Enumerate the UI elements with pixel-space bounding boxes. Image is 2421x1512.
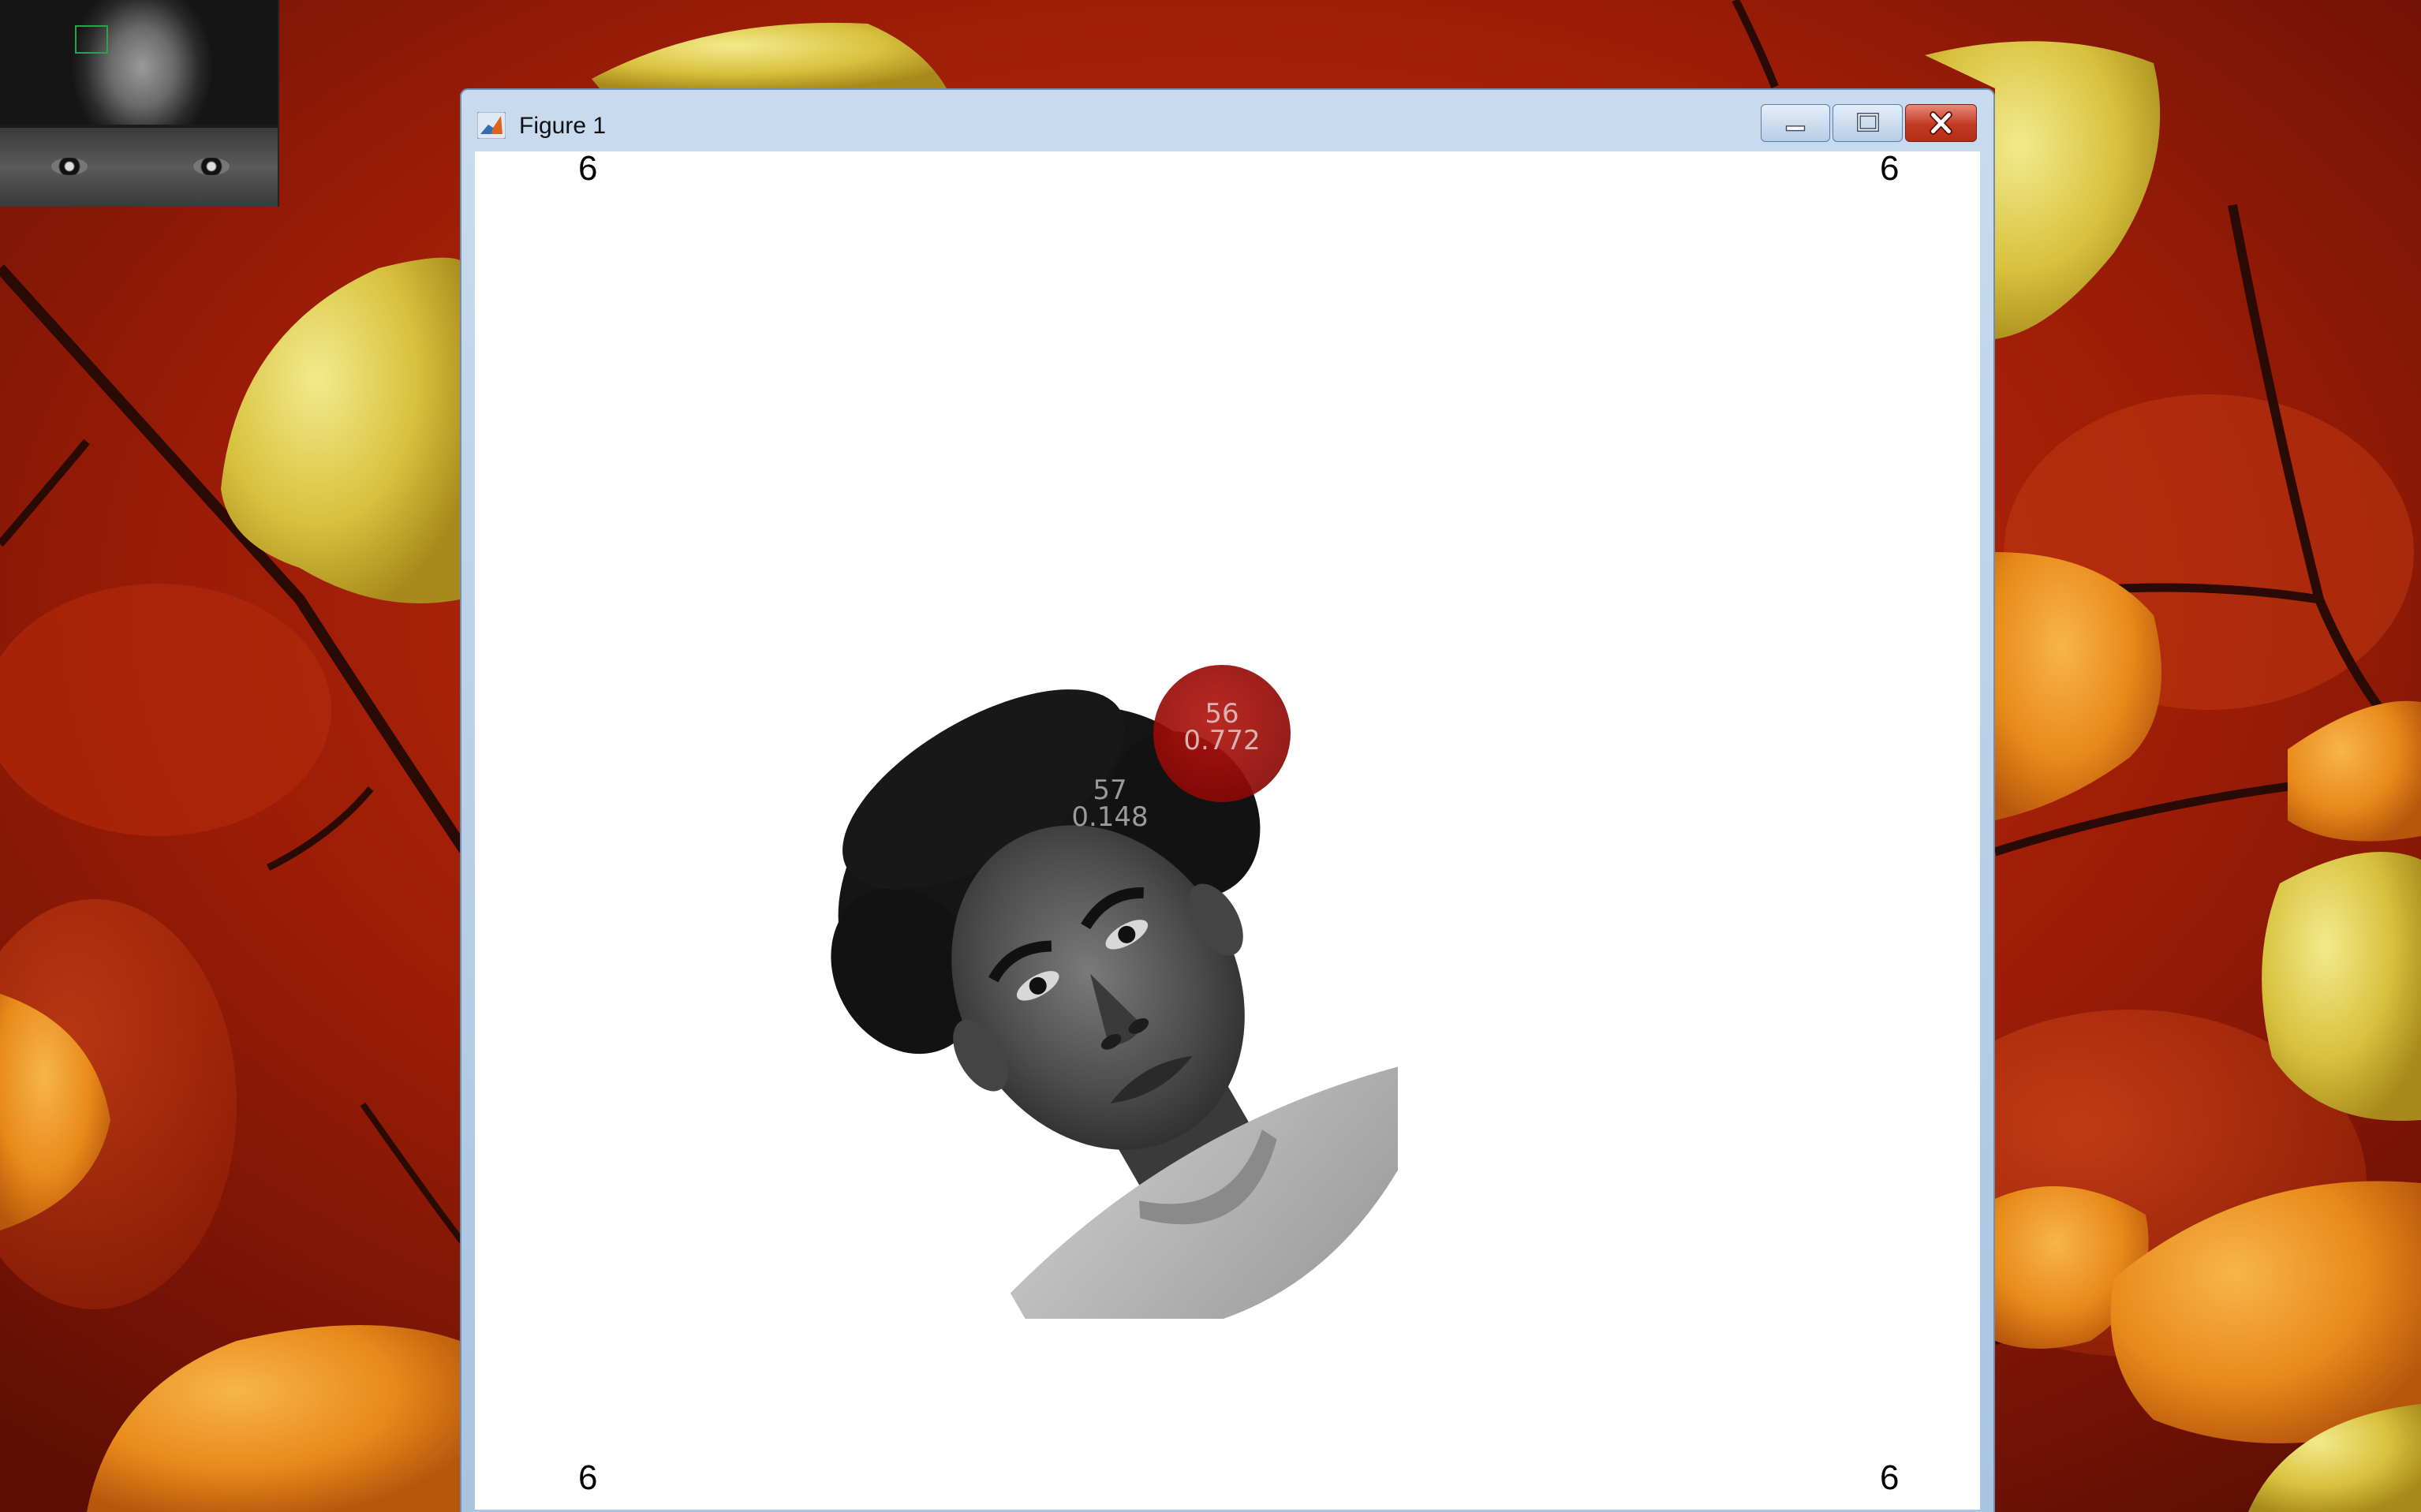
gaze-point-57-label: 57 0.148 [1059,777,1161,831]
webcam-preview [0,0,279,207]
gaze-point-value: 0.772 [1183,725,1261,756]
figure-canvas[interactable]: 6 6 6 6 56 0.772 57 0.148 [475,151,1980,1510]
corner-label-top-left: 6 [578,151,598,188]
maximize-button[interactable] [1833,104,1903,142]
corner-label-bottom-right: 6 [1880,1458,1900,1497]
gaze-point-56-label: 56 0.772 [1153,700,1291,754]
close-button[interactable] [1905,104,1977,142]
gaze-point-id: 57 [1093,775,1127,806]
face-tracking-box [75,25,108,54]
window-title: Figure 1 [519,113,607,139]
matlab-icon[interactable] [476,111,506,140]
gaze-point-id: 56 [1205,698,1239,730]
corner-label-top-right: 6 [1880,151,1900,188]
minimize-button[interactable] [1761,104,1830,142]
minimize-icon [1785,125,1806,132]
right-eye-image [193,158,230,175]
gaze-point-value: 0.148 [1071,801,1149,833]
maximize-icon [1857,113,1879,133]
corner-label-bottom-left: 6 [578,1458,598,1497]
face-stimulus-image [831,689,1398,1319]
webcam-face-view [0,0,278,125]
left-eye-image [51,158,88,175]
window-titlebar[interactable]: Figure 1 [461,90,1993,150]
figure-window[interactable]: Figure 1 6 6 6 6 56 0.772 57 0.148 [460,88,1995,1512]
webcam-eye-view [0,128,278,207]
close-icon [1930,111,1952,135]
